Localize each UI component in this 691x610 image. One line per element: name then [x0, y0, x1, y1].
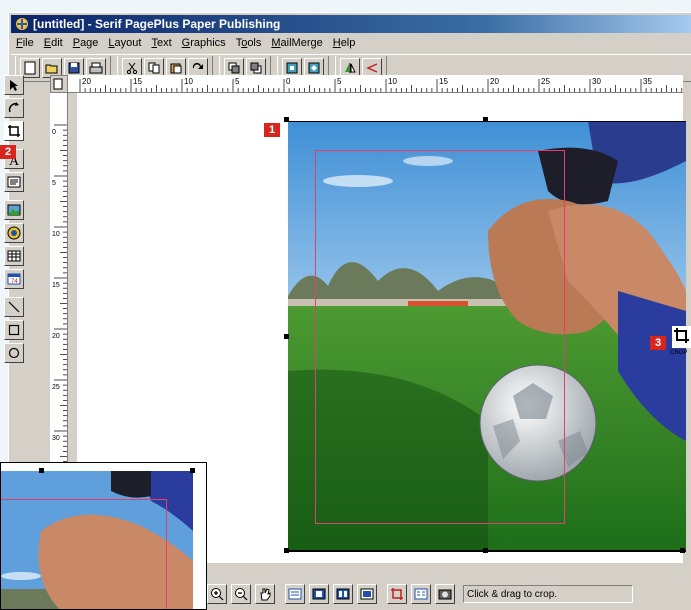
menu-layout[interactable]: Layout	[103, 37, 146, 49]
ruler-label: 30	[52, 435, 60, 442]
ruler-origin-button[interactable]	[50, 75, 68, 93]
inset-crop-line-top	[1, 499, 167, 500]
ruler-label: 30	[592, 77, 601, 86]
crop-tool-icon[interactable]	[4, 121, 24, 141]
menu-text[interactable]: Text	[146, 37, 176, 49]
horizontal-ruler-scale: 20 15 10 5 0 5 10 15 20 25 30 35	[79, 77, 683, 92]
menu-graphics[interactable]: Graphics	[177, 37, 231, 49]
menu-edit[interactable]: Edit	[39, 37, 68, 49]
tools-toolbar: A 74	[2, 74, 26, 384]
menu-help[interactable]: Help	[328, 37, 361, 49]
ruler-label: 15	[133, 77, 142, 86]
inset-photo-image	[1, 471, 193, 609]
rectangle-icon[interactable]	[4, 320, 24, 340]
table-icon[interactable]	[4, 246, 24, 266]
resize-handle-left[interactable]	[284, 334, 289, 339]
status-toolbar: Click & drag to crop.	[205, 580, 691, 608]
soccer-photo[interactable]	[288, 121, 686, 552]
ruler-label: 25	[52, 384, 60, 391]
menu-tools[interactable]: Tools	[231, 37, 267, 49]
pan-hand-icon[interactable]	[255, 584, 275, 604]
status-hint: Click & drag to crop.	[463, 585, 633, 603]
step-badge-1: 1	[264, 123, 280, 137]
ruler-label: 5	[337, 77, 342, 86]
horizontal-ruler[interactable]: 20 15 10 5 0 5 10 15 20 25 30 35	[68, 75, 683, 93]
import-icon[interactable]	[4, 223, 24, 243]
ruler-label: 0	[52, 129, 56, 136]
master-page-icon[interactable]	[357, 584, 377, 604]
line-icon[interactable]	[4, 297, 24, 317]
pointer-icon[interactable]	[4, 75, 24, 95]
step-badge-3: 3	[650, 336, 666, 350]
step-badge-2: 2	[0, 145, 16, 159]
menu-bar: File Edit Page Layout Text Graphics Tool…	[11, 34, 691, 52]
ruler-label: 20	[52, 333, 60, 340]
app-logo-icon	[15, 17, 29, 31]
calendar-icon[interactable]: 74	[4, 269, 24, 289]
crop-mode-icon[interactable]	[387, 584, 407, 604]
inset-crop-line-right	[166, 499, 167, 609]
ruler-label: 20	[490, 77, 499, 86]
resize-handle-top-left[interactable]	[284, 117, 289, 122]
facing-pages-icon[interactable]	[333, 584, 353, 604]
ruler-label: 5	[52, 180, 56, 187]
menu-page[interactable]: Page	[68, 37, 104, 49]
ruler-label: 15	[439, 77, 448, 86]
soccer-photo-image	[288, 121, 686, 552]
resize-handle-bottom-right[interactable]	[680, 548, 685, 553]
frame-text-icon[interactable]	[4, 172, 24, 192]
window-title: [untitled] - Serif PagePlus Paper Publis…	[33, 17, 281, 31]
ruler-label: 15	[52, 282, 60, 289]
ruler-label: 10	[184, 77, 193, 86]
ruler-label: 20	[82, 77, 91, 86]
ruler-label: 10	[388, 77, 397, 86]
svg-text:74: 74	[11, 279, 18, 285]
picture-icon[interactable]	[4, 200, 24, 220]
inset-handle-top-right	[190, 468, 195, 473]
ruler-origin-icon	[53, 78, 63, 90]
ruler-label: 5	[235, 77, 240, 86]
gallery-icon[interactable]	[435, 584, 455, 604]
crop-cursor-label: CROP	[670, 350, 688, 356]
ruler-label: 10	[52, 231, 60, 238]
menu-mailmerge[interactable]: MailMerge	[266, 37, 327, 49]
rotate-tool-icon[interactable]	[4, 98, 24, 118]
resize-handle-bottom[interactable]	[483, 548, 488, 553]
inset-handle-top	[39, 468, 44, 473]
title-bar[interactable]: [untitled] - Serif PagePlus Paper Publis…	[11, 15, 691, 33]
resize-handle-top[interactable]	[483, 117, 488, 122]
resize-handle-bottom-left[interactable]	[284, 548, 289, 553]
properties-icon[interactable]	[411, 584, 431, 604]
inset-soccer-photo	[1, 471, 193, 609]
ruler-label: 35	[643, 77, 652, 86]
ruler-label: 0	[286, 77, 291, 86]
ruler-label: 25	[541, 77, 550, 86]
menu-file[interactable]: File	[11, 37, 39, 49]
page-view-icon[interactable]	[285, 584, 305, 604]
zoom-in-icon[interactable]	[207, 584, 227, 604]
ellipse-icon[interactable]	[4, 343, 24, 363]
zoom-out-icon[interactable]	[231, 584, 251, 604]
single-page-icon[interactable]	[309, 584, 329, 604]
crop-preview-inset	[0, 462, 207, 610]
